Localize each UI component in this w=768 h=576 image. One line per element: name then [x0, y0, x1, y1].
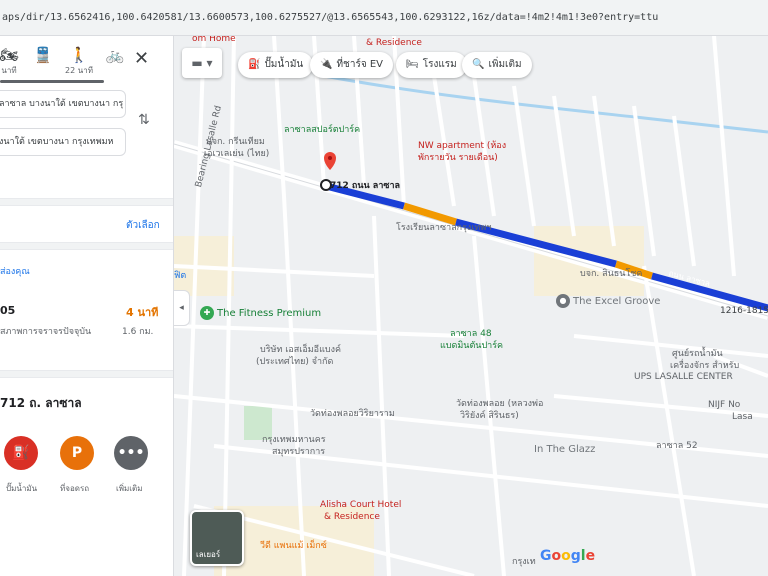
chip-ev[interactable]: 🔌 ที่ชาร์จ EV [310, 52, 394, 78]
map-label: วีดี แพนแม้ เม็กซ์ [260, 541, 327, 551]
map-label: เอเวเลเย่น (ไทย) [204, 149, 270, 159]
map-label: บจก. สินธนโชค [580, 269, 643, 279]
poi-label: In The Glazz [534, 444, 596, 455]
place-title: 712 ถ. ลาซาล [0, 396, 82, 410]
map-type-button[interactable]: ▬ ▾ [182, 48, 222, 78]
building-icon: ● [556, 294, 570, 308]
layers-thumbnail[interactable]: เลเยอร์ [190, 510, 244, 566]
ev-charger-icon: 🔌 [320, 59, 333, 70]
mode-time: 22 นาที [65, 66, 93, 75]
parking-button[interactable]: P [60, 436, 94, 470]
url-text[interactable]: aps/dir/13.6562416,100.6420581/13.660057… [0, 9, 768, 27]
poi-fitness[interactable]: ✚ The Fitness Premium [200, 306, 321, 320]
map-label: เครื่องจักร สำหรับ [670, 361, 740, 371]
motorcycle-icon: 🏍 [0, 46, 19, 64]
map-label: Alisha Court Hotel [320, 500, 402, 510]
section-title: ส่องคุณ [0, 267, 30, 277]
route-name[interactable]: 05 [0, 304, 15, 317]
selected-mode-underline [0, 80, 104, 83]
collapse-panel-button[interactable]: ◂ [174, 290, 190, 326]
swap-icon[interactable]: ⇅ [138, 112, 150, 128]
route-traffic-desc: สภาพการจราจรปัจจุบัน [0, 327, 92, 337]
map-label: วัดท่องพลอยวิริยาราม [310, 409, 395, 419]
chip-label: ที่ชาร์จ EV [336, 59, 384, 70]
map-label: om Home [192, 36, 236, 44]
map-label: ลาซาล 52 [656, 441, 698, 451]
map-label: ลาซาลสปอร์ตปาร์ค [284, 125, 361, 135]
chip-more[interactable]: 🔍 เพิ่มเติม [462, 52, 532, 78]
route-time: 4 นาที [126, 306, 159, 319]
mode-transit[interactable]: 🚆 [26, 44, 60, 82]
gym-icon: ✚ [200, 306, 214, 320]
map-label: & Residence [366, 38, 422, 48]
poi-glazz[interactable]: In The Glazz [534, 444, 595, 455]
mode-bicycle[interactable]: 🚲 [98, 44, 132, 82]
gas-station-label: ปั๊มน้ำมัน [6, 484, 38, 493]
directions-panel: 🏍 นาที 🚆 🚶 22 นาที 🚲 ✕ ลาซาล บางนาใต้ เข… [0, 36, 174, 576]
map-label: 1216-1815 [720, 306, 768, 316]
map-label: โรงเรียนลาซาลกรุงเทพฯ [396, 223, 492, 233]
destination-input[interactable]: งนาใต้ เขตบางนา กรุงเทพมห [0, 128, 126, 156]
chip-hotel[interactable]: 🛏 โรงแรม [396, 52, 467, 78]
poi-label: The Fitness Premium [217, 308, 322, 319]
divider [0, 198, 173, 206]
google-logo: Google [540, 548, 596, 564]
map-label: วิริยังค์ สิรินธร) [460, 411, 519, 421]
start-address-label: 712 ถนน ลาซาล [330, 181, 401, 191]
close-icon[interactable]: ✕ [134, 50, 149, 68]
mode-time: นาที [1, 66, 17, 75]
hotel-icon: 🛏 [406, 59, 419, 70]
browser-address-bar[interactable]: aps/dir/13.6562416,100.6420581/13.660057… [0, 0, 768, 36]
map-label: & Residence [324, 512, 380, 522]
map-label: Lasa [732, 412, 753, 422]
map-label: NIJF No [708, 400, 741, 410]
gas-icon: ⛽ [248, 59, 261, 70]
map-label: UPS LASALLE CENTER [634, 372, 733, 382]
mode-motorcycle[interactable]: 🏍 นาที [0, 44, 26, 82]
origin-input[interactable]: ลาซาล บางนาใต้ เขตบางนา กรุ [0, 90, 126, 118]
map-label: พักรายวัน รายเดือน) [418, 153, 498, 163]
divider [0, 242, 173, 250]
divider [0, 370, 173, 378]
search-icon: 🔍 [472, 59, 485, 70]
chip-label: ปั๊มน้ำมัน [264, 59, 304, 70]
route-distance: 1.6 กม. [122, 327, 154, 337]
layers-label: เลเยอร์ [196, 550, 221, 559]
walk-icon: 🚶 [69, 46, 89, 64]
map-label: แบดมินตันปาร์ค [440, 341, 504, 351]
mode-walk[interactable]: 🚶 22 นาที [62, 44, 96, 82]
map-label: (ประเทศไทย) จำกัด [256, 357, 334, 367]
bicycle-icon: 🚲 [105, 46, 125, 64]
chip-gas[interactable]: ⛽ ปั๊มน้ำมัน [238, 52, 314, 78]
transit-icon: 🚆 [33, 46, 53, 64]
gas-station-button[interactable]: ⛽ [4, 436, 38, 470]
chip-label: โรงแรม [422, 59, 457, 70]
more-button[interactable]: ••• [114, 436, 148, 470]
chip-label: เพิ่มเติม [488, 59, 522, 70]
poi-label: The Excel Groove [573, 296, 661, 307]
parking-label: ที่จอดรถ [60, 484, 90, 493]
map-label: ฟิต [174, 271, 187, 281]
poi-excel-groove[interactable]: ● The Excel Groove [556, 294, 660, 308]
options-link[interactable]: ตัวเลือก [126, 218, 160, 233]
more-label: เพิ่มเติม [116, 484, 143, 493]
map-label: สมุทรปราการ [272, 447, 326, 457]
map-canvas[interactable]: ▬ ▾ ⛽ ปั๊มน้ำมัน 🔌 ที่ชาร์จ EV 🛏 โรงแรม 🔍 เพ… [174, 36, 768, 576]
map-label: กรุงเท [512, 557, 536, 567]
